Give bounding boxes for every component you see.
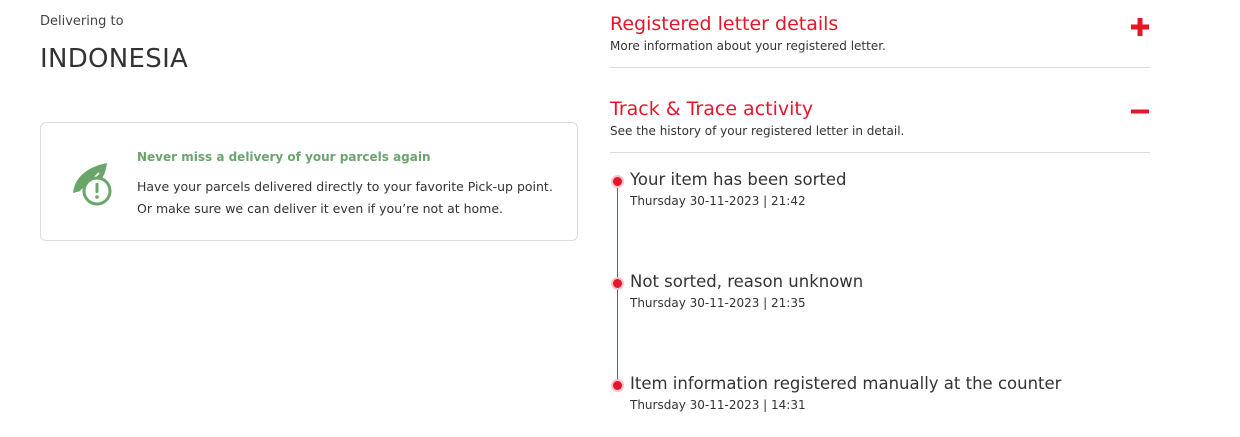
details-section-title[interactable]: Registered letter details [610, 13, 1150, 35]
timeline-dot [611, 379, 624, 392]
destination-country: INDONESIA [40, 44, 189, 74]
minus-icon[interactable] [1130, 102, 1150, 122]
pickup-info-card: Never miss a delivery of your parcels ag… [40, 122, 578, 241]
event-title: Item information registered manually at … [630, 374, 1062, 393]
leaf-alert-icon [73, 163, 112, 206]
delivering-to-label: Delivering to [40, 14, 124, 29]
details-divider [610, 67, 1150, 68]
plus-icon[interactable] [1130, 17, 1150, 37]
event-title: Not sorted, reason unknown [630, 272, 864, 291]
info-card-text-line-1: Have your parcels delivered directly to … [137, 179, 553, 194]
track-section-header[interactable]: Track & Trace activity See the history o… [610, 98, 1150, 138]
timeline-dot [611, 175, 624, 188]
info-card-text-line-2: Or make sure we can deliver it even if y… [137, 201, 504, 216]
details-section-header[interactable]: Registered letter details More informati… [610, 13, 1150, 53]
timeline-dot [611, 277, 624, 290]
details-section-subtitle: More information about your registered l… [610, 39, 886, 53]
event-timestamp: Thursday 30-11-2023 | 14:31 [630, 398, 806, 412]
event-timestamp: Thursday 30-11-2023 | 21:35 [630, 296, 806, 310]
track-section-subtitle: See the history of your registered lette… [610, 124, 905, 138]
track-section-title[interactable]: Track & Trace activity [610, 98, 1150, 120]
info-card-title: Never miss a delivery of your parcels ag… [137, 150, 431, 164]
event-title: Your item has been sorted [630, 170, 847, 189]
track-divider [610, 152, 1150, 153]
event-timestamp: Thursday 30-11-2023 | 21:42 [630, 194, 806, 208]
